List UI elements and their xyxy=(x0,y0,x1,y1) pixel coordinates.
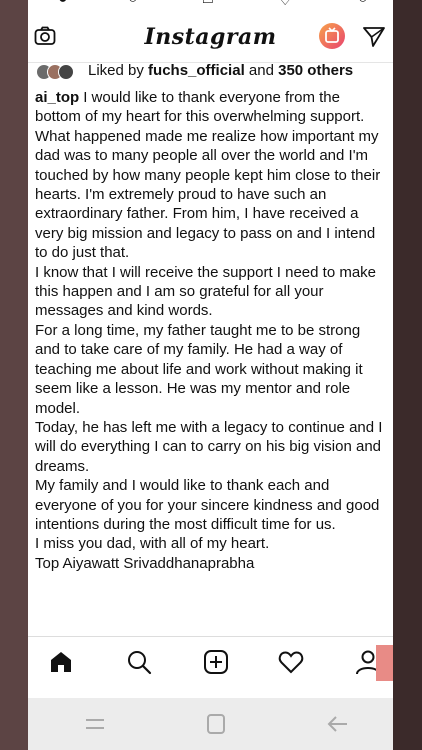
igtv-icon[interactable] xyxy=(319,23,345,49)
likes-prefix: Liked by xyxy=(88,62,149,79)
likes-middle: and xyxy=(244,62,279,79)
home-icon[interactable] xyxy=(48,649,74,675)
system-nav-bar xyxy=(28,698,393,750)
caption-paragraph: My family and I would like to thank each… xyxy=(35,477,380,533)
caption-paragraph: I know that I will receive the support I… xyxy=(35,263,377,320)
search-icon-partial: ○ xyxy=(128,0,138,8)
profile-icon-partial: ○ xyxy=(358,0,368,8)
post-caption: ai_top I would like to thank everyone fro… xyxy=(35,88,385,573)
likes-count[interactable]: 350 others xyxy=(278,62,353,79)
caption-paragraph: Today, he has left me with a legacy to c… xyxy=(35,418,383,475)
home-square-icon[interactable] xyxy=(204,713,228,735)
activity-heart-icon[interactable] xyxy=(278,649,304,675)
heart-icon-partial: ♡ xyxy=(278,0,293,9)
frame-right xyxy=(393,0,422,750)
avatar xyxy=(58,64,74,80)
search-icon[interactable] xyxy=(126,649,152,675)
frame-left xyxy=(0,0,28,750)
new-post-icon-partial: □ xyxy=(203,0,213,8)
instagram-header: Instagram xyxy=(28,16,393,63)
caption-username[interactable]: ai_top xyxy=(35,89,79,106)
liker-username[interactable]: fuchs_official xyxy=(148,62,245,79)
back-icon[interactable] xyxy=(326,713,350,735)
home-icon-partial: ● xyxy=(58,0,68,8)
bottom-nav-bar xyxy=(28,636,393,687)
direct-send-icon[interactable] xyxy=(362,26,386,48)
likes-row[interactable]: Liked by fuchs_official and 350 others xyxy=(36,62,388,82)
likes-text: Liked by fuchs_official and 350 others xyxy=(88,62,353,79)
recents-icon[interactable] xyxy=(83,713,107,735)
caption-signature: Top Aiyawatt Srivaddhanaprabha xyxy=(35,554,255,572)
liker-avatars xyxy=(36,64,84,80)
previous-nav-strip: ● ○ □ ♡ ○ xyxy=(28,0,393,12)
caption-paragraph: For a long time, my father taught me to … xyxy=(35,321,363,417)
caption-text: I would like to thank everyone from the … xyxy=(35,89,381,262)
caption-paragraph: ai_top I would like to thank everyone fro… xyxy=(35,88,385,263)
overlay-tab[interactable] xyxy=(376,645,393,681)
caption-paragraph: I miss you dad, with all of my heart. xyxy=(35,535,270,553)
phone-screen: ● ○ □ ♡ ○ Instagram Liked b xyxy=(28,0,393,750)
new-post-icon[interactable] xyxy=(203,649,229,675)
